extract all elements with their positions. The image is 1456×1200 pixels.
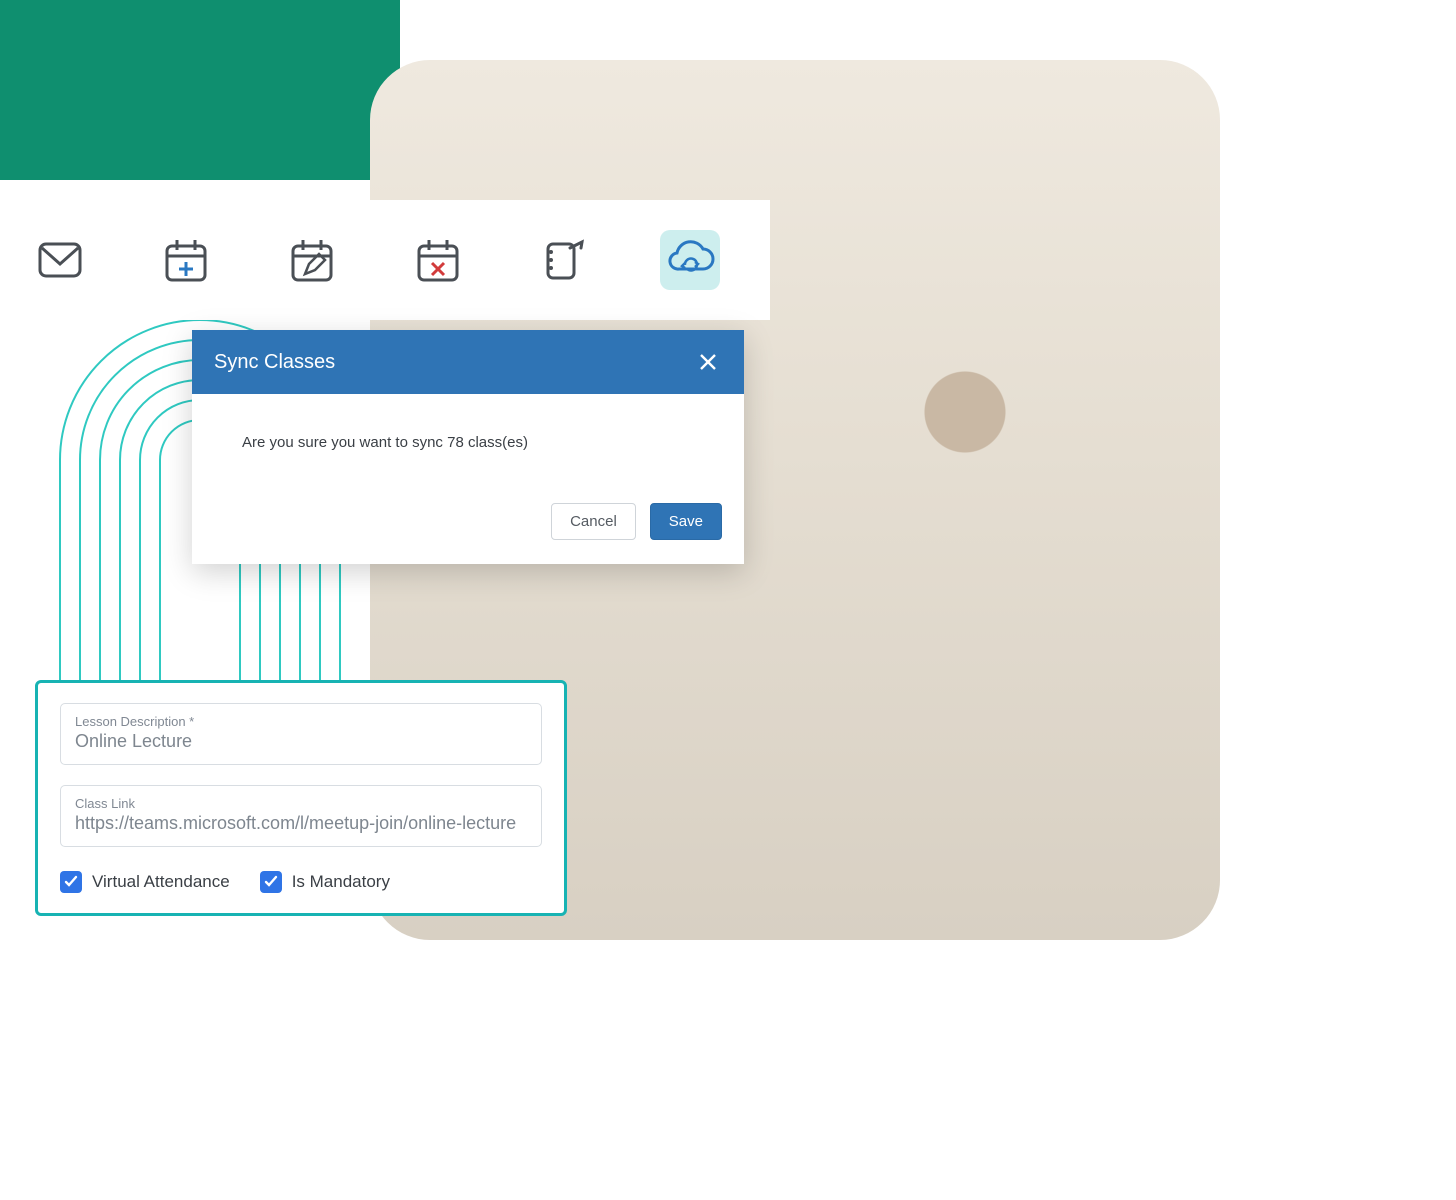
class-link-input[interactable]: [75, 813, 527, 834]
close-icon[interactable]: [694, 348, 722, 376]
calendar-add-icon[interactable]: [156, 230, 216, 290]
checkbox-icon: [60, 871, 82, 893]
cloud-sync-icon[interactable]: [660, 230, 720, 290]
sync-classes-dialog: Sync Classes Are you sure you want to sy…: [192, 330, 744, 564]
checkbox-row: Virtual Attendance Is Mandatory: [60, 867, 542, 893]
lesson-description-input[interactable]: [75, 731, 527, 752]
is-mandatory-check[interactable]: Is Mandatory: [260, 871, 390, 893]
lesson-description-field[interactable]: Lesson Description *: [60, 703, 542, 765]
lesson-form-card: Lesson Description * Class Link Virtual …: [35, 680, 567, 916]
share-link-icon[interactable]: [534, 230, 594, 290]
dialog-message: Are you sure you want to sync 78 class(e…: [192, 394, 744, 503]
is-mandatory-label: Is Mandatory: [292, 872, 390, 892]
dialog-header: Sync Classes: [192, 330, 744, 394]
checkbox-icon: [260, 871, 282, 893]
stage: Sync Classes Are you sure you want to sy…: [0, 0, 1456, 1200]
save-button[interactable]: Save: [650, 503, 722, 540]
dialog-title: Sync Classes: [214, 351, 335, 374]
mail-icon[interactable]: [30, 230, 90, 290]
class-link-label: Class Link: [75, 796, 527, 811]
virtual-attendance-label: Virtual Attendance: [92, 872, 230, 892]
action-toolbar: [0, 200, 770, 320]
dialog-footer: Cancel Save: [192, 503, 744, 564]
calendar-delete-icon[interactable]: [408, 230, 468, 290]
calendar-edit-icon[interactable]: [282, 230, 342, 290]
virtual-attendance-check[interactable]: Virtual Attendance: [60, 871, 230, 893]
background-accent-block: [0, 0, 400, 180]
lesson-description-label: Lesson Description *: [75, 714, 527, 729]
class-link-field[interactable]: Class Link: [60, 785, 542, 847]
cancel-button[interactable]: Cancel: [551, 503, 636, 540]
